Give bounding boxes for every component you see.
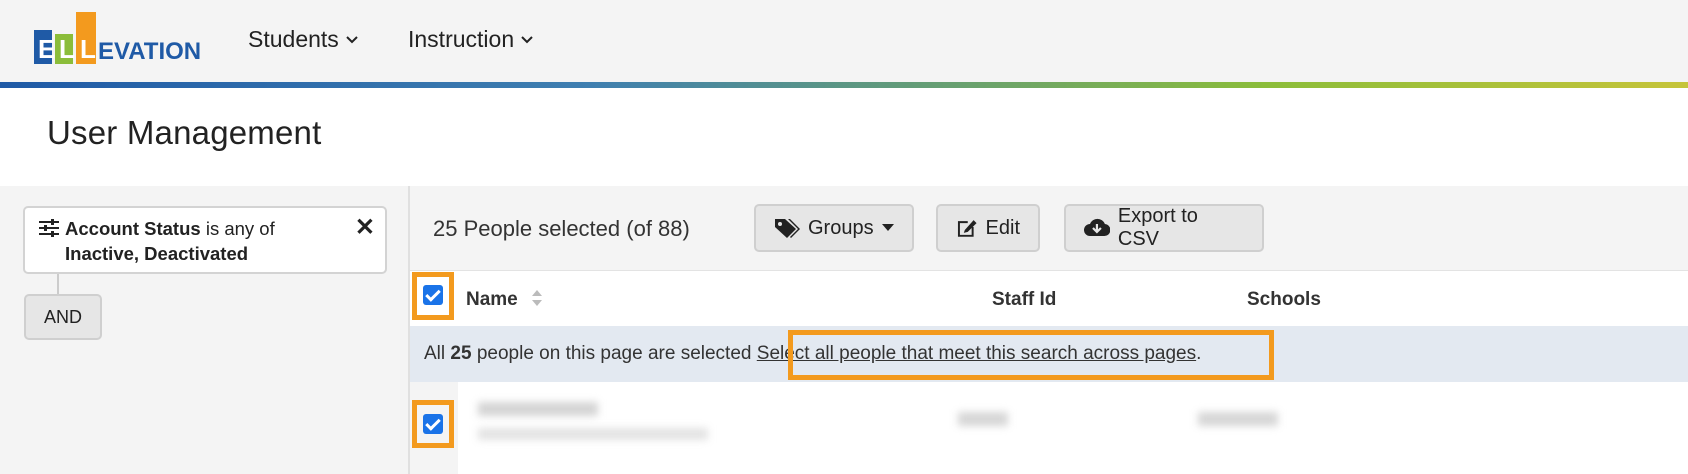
edit-label: Edit [985, 216, 1020, 239]
nav-students[interactable]: Students [248, 26, 359, 53]
tags-icon [775, 219, 800, 238]
column-header-staff-id[interactable]: Staff Id [992, 289, 1056, 311]
sort-icon [532, 290, 543, 306]
main-content: 25 People selected (of 88) Groups Edit E… [410, 186, 1688, 474]
sliders-icon [39, 219, 59, 237]
filter-connector-line [57, 274, 59, 294]
column-header-name[interactable]: Name [466, 289, 543, 311]
nav-students-label: Students [248, 26, 339, 52]
banner-count: 25 [450, 343, 472, 364]
top-navigation: E L L EVATION Students Instruction [0, 0, 1688, 82]
chevron-down-icon [346, 35, 358, 43]
filter-chip[interactable]: Account Status is any of Inactive, Deact… [23, 206, 387, 274]
filter-operator: is any of [205, 218, 275, 239]
cloud-download-icon [1084, 218, 1110, 236]
svg-text:E: E [38, 34, 55, 64]
redacted-schools [1198, 412, 1278, 426]
selection-banner: All 25 people on this page are selected … [410, 326, 1688, 382]
page-header: User Management [0, 88, 1688, 186]
table-row[interactable] [458, 382, 1688, 474]
and-button[interactable]: AND [24, 294, 102, 340]
redacted-email [478, 428, 708, 440]
caret-down-icon [881, 224, 894, 231]
edit-button[interactable]: Edit [936, 204, 1040, 252]
edit-icon [957, 220, 977, 237]
row-checkbox[interactable] [423, 414, 443, 434]
select-all-checkbox[interactable] [423, 285, 443, 305]
selection-count: 25 People selected (of 88) [433, 216, 690, 241]
svg-text:L: L [59, 34, 75, 64]
table-header: Name Staff Id Schools [410, 270, 1688, 327]
redacted-name [478, 402, 598, 416]
nav-instruction-label: Instruction [408, 26, 515, 52]
redacted-staff-id [958, 412, 1008, 426]
svg-text:L: L [80, 34, 96, 64]
svg-text:EVATION: EVATION [98, 38, 201, 65]
export-label: Export to CSV [1117, 205, 1198, 250]
export-csv-button[interactable]: Export to CSV [1064, 204, 1264, 252]
close-icon[interactable]: ✕ [355, 213, 375, 242]
groups-label: Groups [808, 216, 874, 239]
nav-instruction[interactable]: Instruction [408, 26, 534, 53]
column-header-schools[interactable]: Schools [1247, 289, 1321, 311]
filter-values: Inactive, Deactivated [65, 243, 249, 264]
chevron-down-icon [521, 35, 533, 43]
page-title: User Management [47, 114, 322, 151]
filter-description: Account Status is any of [65, 218, 275, 240]
groups-button[interactable]: Groups [754, 204, 914, 252]
highlight-box [788, 330, 1274, 380]
ellevation-logo[interactable]: E L L EVATION [34, 12, 204, 68]
filter-field: Account Status [65, 218, 201, 239]
filter-sidebar: Account Status is any of Inactive, Deact… [0, 186, 410, 474]
